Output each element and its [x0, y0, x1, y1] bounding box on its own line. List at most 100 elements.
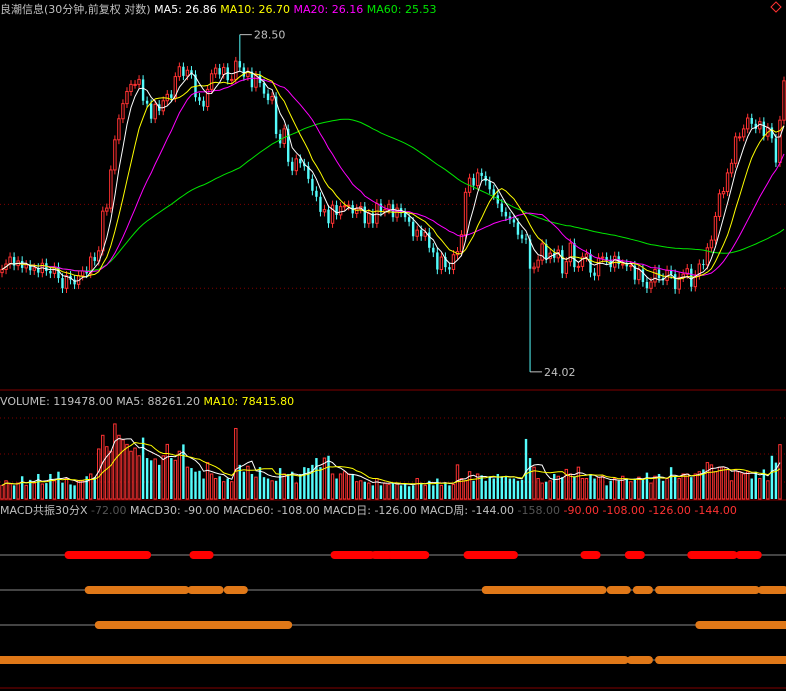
volume-bar — [548, 480, 552, 500]
candle-body — [516, 222, 520, 235]
volume-bar — [266, 478, 270, 499]
volume-bar — [669, 467, 673, 499]
volume-bar — [338, 473, 343, 500]
candle-body — [234, 60, 238, 80]
volume-bar — [8, 483, 12, 500]
ma60-label: MA60: 25.53 — [366, 3, 437, 16]
volume-bar — [637, 476, 641, 500]
candle-body — [254, 74, 258, 88]
volume-bar — [407, 486, 411, 499]
candle-body — [125, 90, 129, 105]
volume-bar — [299, 473, 302, 499]
volume-bar — [729, 480, 734, 500]
candle-body — [653, 268, 657, 283]
volume-bar — [395, 483, 399, 500]
volume-bar — [520, 479, 524, 499]
candle-body — [221, 66, 226, 75]
volume-bar — [576, 466, 581, 500]
candle-body — [411, 221, 415, 237]
volume-bar — [125, 443, 129, 500]
candle-body — [322, 209, 327, 213]
candle-body — [105, 207, 109, 212]
volume-bar — [379, 485, 383, 499]
volume-bar — [536, 478, 540, 500]
volume-bar — [411, 485, 415, 499]
volume-bar — [420, 483, 423, 499]
volume-bar — [137, 455, 141, 500]
volume-bar — [242, 471, 246, 499]
volume-bar — [93, 477, 96, 499]
candle-body — [153, 103, 157, 120]
volume-bar — [641, 478, 645, 499]
volume-bar — [766, 480, 770, 500]
volume-bar — [61, 482, 64, 499]
candle-body — [702, 264, 705, 266]
candle-body — [432, 247, 435, 253]
volume-bar — [153, 458, 157, 500]
candle-body — [24, 264, 28, 269]
volume-bar — [76, 480, 81, 500]
volume-ma5-label: MA5: 88261.20 — [116, 395, 200, 408]
volume-bar — [492, 478, 495, 499]
volume-bar — [472, 480, 475, 499]
volume-bar — [475, 473, 480, 500]
volume-bar — [221, 481, 226, 500]
candle-body — [198, 97, 201, 101]
volume-bar — [625, 478, 628, 499]
volume-bar — [516, 480, 520, 499]
candle-body — [717, 193, 722, 217]
volume-bar — [69, 484, 72, 499]
volume-bar — [725, 468, 730, 500]
macd-item-4: MACD周: -144.00 — [420, 504, 515, 517]
candle-body — [278, 133, 282, 144]
volume-bar — [335, 478, 338, 499]
volume-bar — [561, 477, 564, 499]
candle-body — [137, 78, 141, 85]
volume-bar — [45, 483, 48, 499]
volume-bar — [600, 475, 605, 500]
candle-body — [109, 169, 113, 209]
candle-body — [536, 259, 540, 268]
candle-body — [448, 267, 451, 270]
candle-body — [0, 268, 4, 274]
candle-body — [117, 118, 121, 141]
volume-bar — [403, 483, 407, 499]
candle-body — [291, 161, 294, 171]
volume-bar — [141, 437, 145, 499]
volume-bar — [234, 427, 238, 500]
volume-bar — [371, 485, 375, 499]
candle-body — [270, 95, 274, 101]
macd-header: MACD共振30分X -72.00 MACD30: -90.00 MACD60:… — [0, 504, 737, 517]
volume-bar — [508, 478, 512, 499]
volume-bar — [246, 465, 250, 500]
volume-bar — [480, 475, 483, 499]
volume-bar — [745, 471, 750, 500]
volume-bar — [451, 483, 456, 500]
candle-body — [262, 82, 266, 94]
volume-bar — [568, 473, 573, 500]
candle-body — [403, 212, 407, 218]
candle-body — [407, 217, 411, 222]
volume-bar — [101, 434, 105, 500]
volume-bar — [504, 476, 508, 499]
candle-body — [512, 219, 516, 223]
volume-bar — [303, 467, 306, 499]
volume-bar — [32, 482, 36, 500]
volume-bar — [37, 473, 40, 499]
candle-body — [32, 267, 36, 271]
volume-bar — [170, 458, 173, 499]
close-icon[interactable] — [770, 1, 782, 13]
candle-body — [612, 255, 617, 268]
price-header: 良潮信息(30分钟,前复权 对数) MA5: 26.86 MA10: 26.70… — [0, 3, 436, 16]
volume-bar — [149, 460, 153, 499]
ma5-label: MA5: 26.86 — [154, 3, 217, 16]
volume-bar — [737, 471, 742, 500]
volume-bar — [681, 473, 685, 500]
volume-bar — [209, 473, 214, 500]
volume-bar — [342, 471, 347, 500]
candle-body — [637, 268, 641, 281]
volume-bar — [617, 480, 620, 499]
candle-body — [202, 100, 205, 107]
candle-body — [238, 61, 242, 68]
volume-bar — [319, 467, 322, 499]
